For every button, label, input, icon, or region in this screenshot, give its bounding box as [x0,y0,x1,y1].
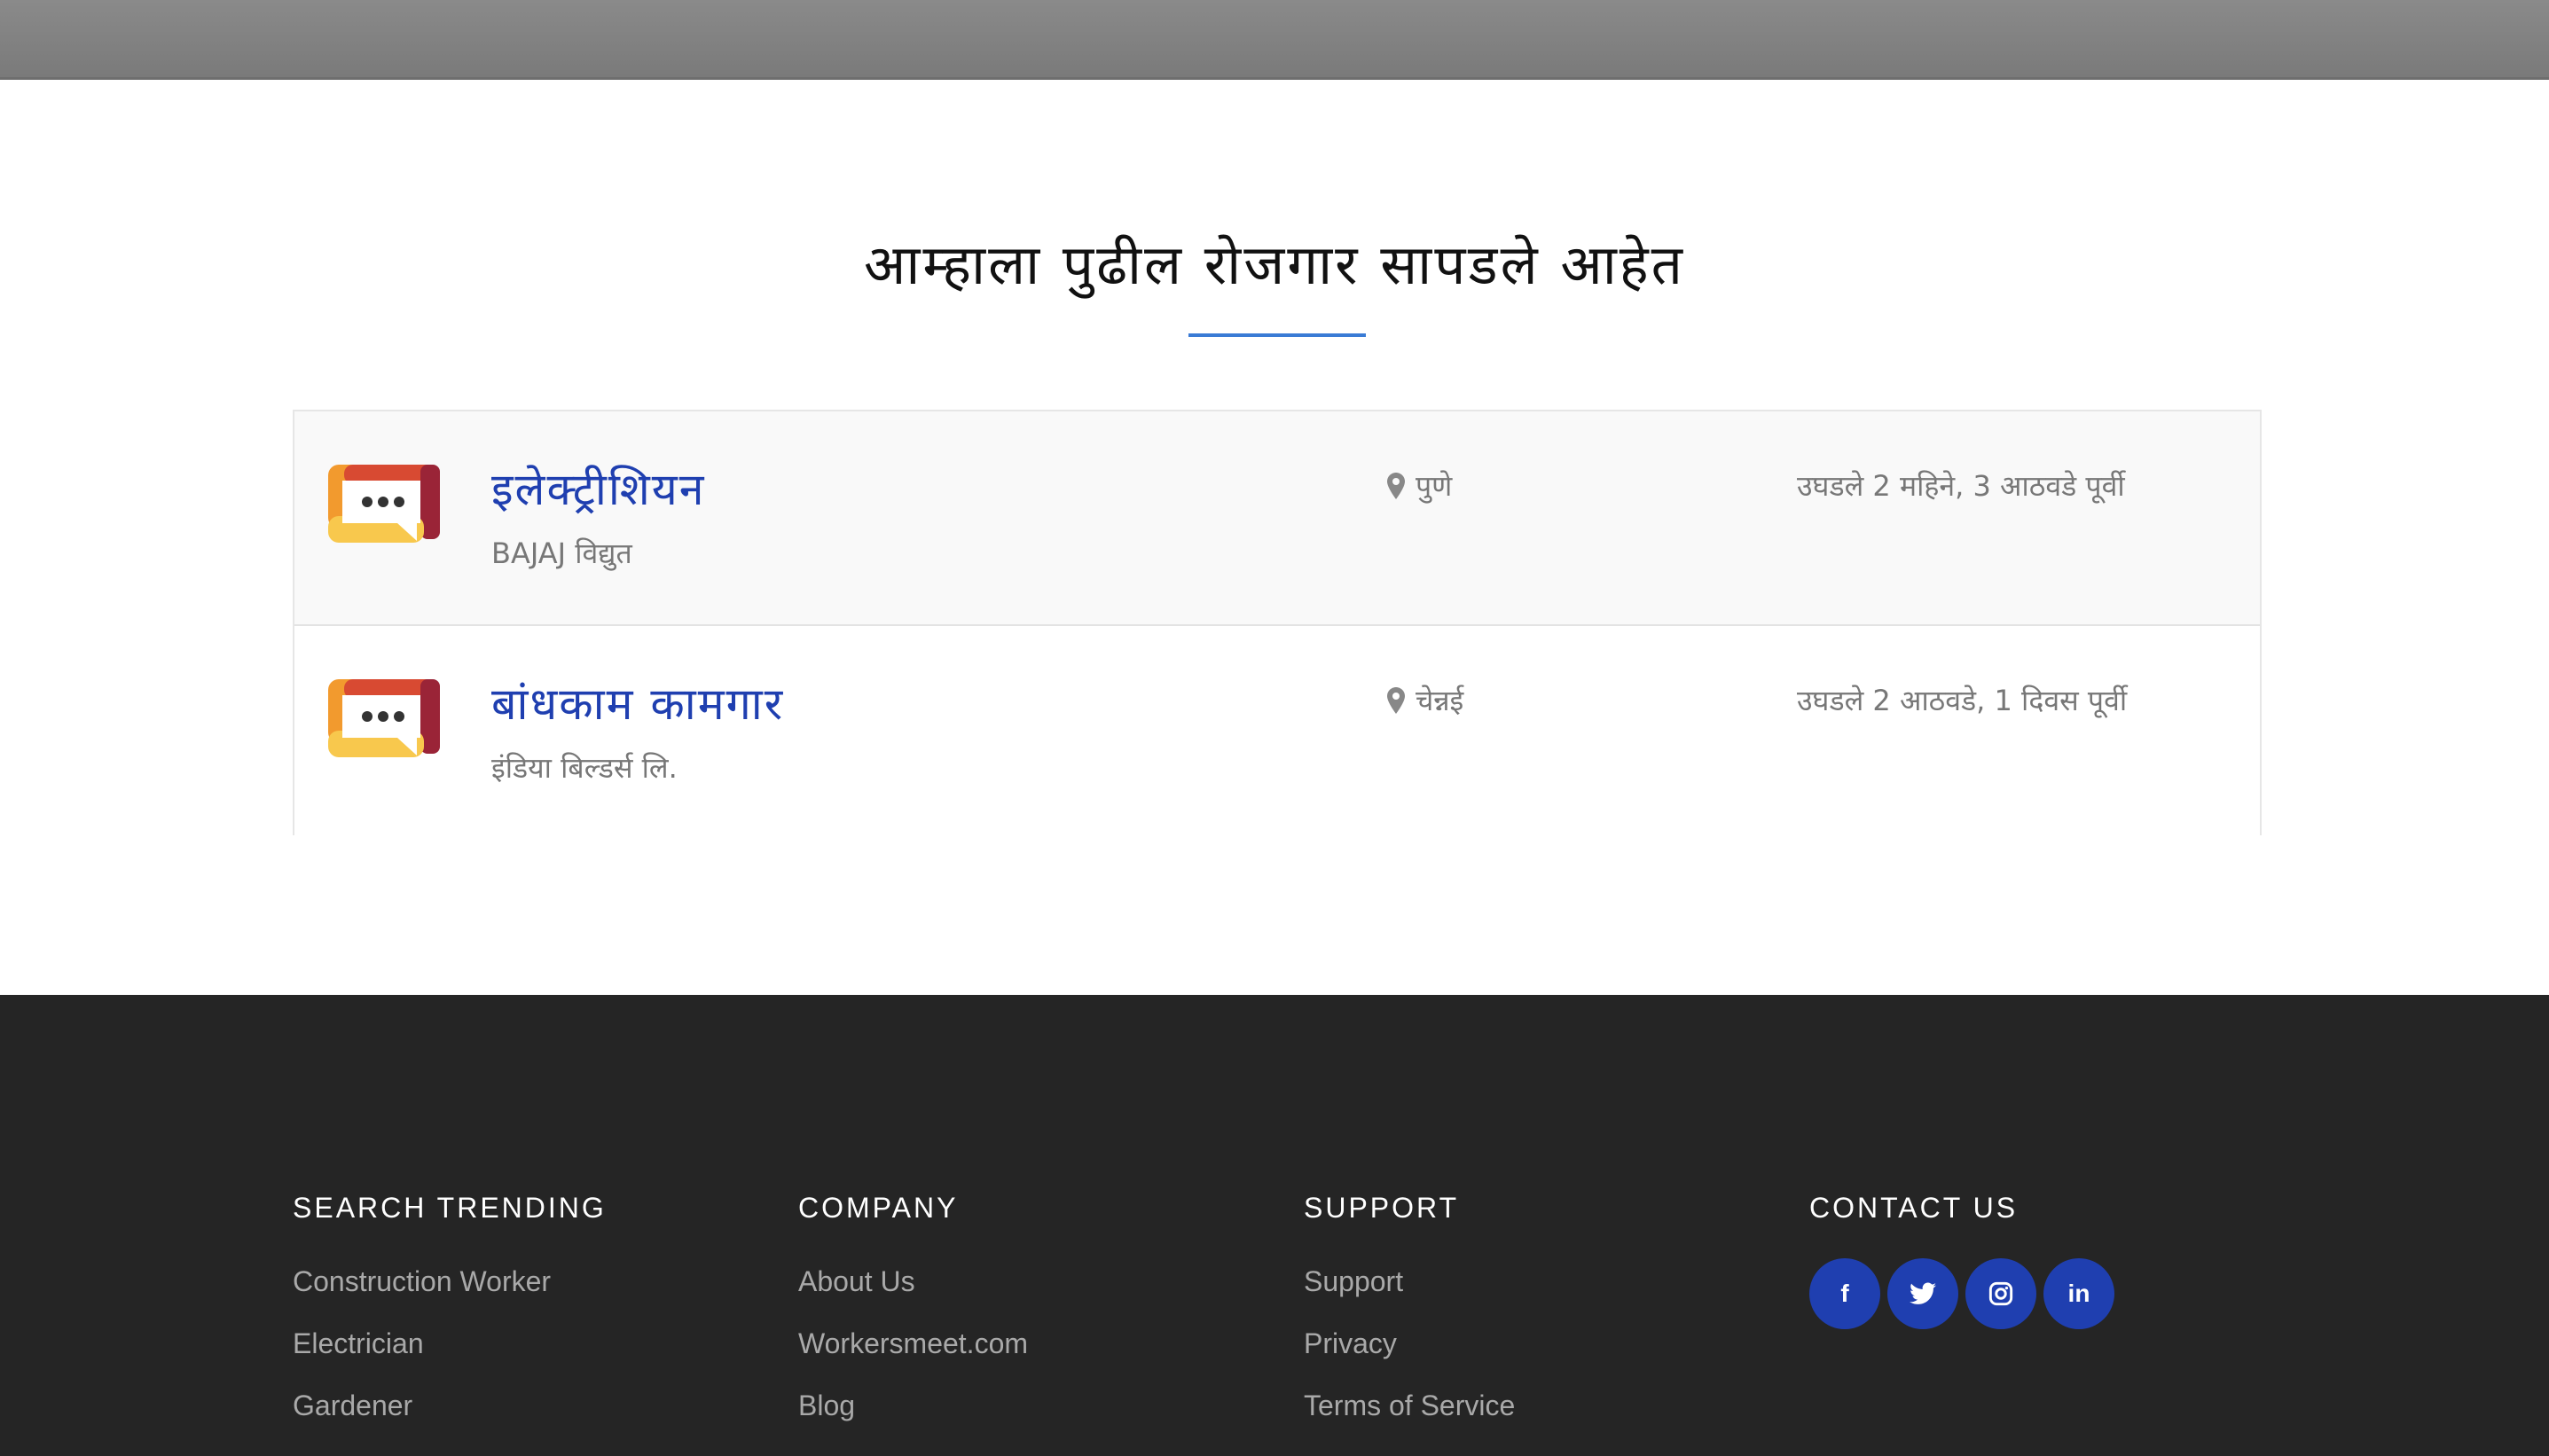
footer: SEARCH TRENDING Construction Worker Elec… [0,995,2549,1456]
footer-link-blog[interactable]: Blog [798,1388,1028,1423]
location-text: पुणे [1416,469,1453,503]
footer-link-gardener[interactable]: Gardener [293,1388,607,1423]
footer-col-search-trending: SEARCH TRENDING Construction Worker Elec… [293,1192,607,1450]
footer-link-about-us[interactable]: About Us [798,1264,1028,1299]
linkedin-button[interactable]: in [2043,1258,2114,1329]
job-title-link[interactable]: बांधकाम कामगार [491,672,784,732]
twitter-button[interactable] [1887,1258,1958,1329]
instagram-button[interactable] [1965,1258,2036,1329]
job-row[interactable]: इलेक्ट्रीशियन BAJAJ विद्युत पुणे उघडले 2… [294,411,2260,624]
facebook-icon: f [1840,1280,1849,1307]
footer-link-privacy[interactable]: Privacy [1304,1326,1515,1361]
footer-link-support[interactable]: Support [1304,1264,1515,1299]
map-pin-icon [1387,686,1405,714]
map-pin-icon [1387,472,1405,499]
footer-col-company: COMPANY About Us Workersmeet.com Blog [798,1192,1028,1450]
footer-link-construction-worker[interactable]: Construction Worker [293,1264,607,1299]
social-links: f in [1809,1258,2114,1329]
job-location: चेन्नई [1387,681,1463,719]
job-title-link[interactable]: इलेक्ट्रीशियन [491,458,706,518]
section-title: आम्हाला पुढील रोजगार सापडले आहेत [864,232,1685,297]
footer-col-contact: CONTACT US f in [1809,1192,2114,1329]
top-bar [0,0,2549,80]
footer-heading: SUPPORT [1304,1192,1460,1224]
footer-heading: COMPANY [798,1192,959,1224]
linkedin-icon: in [2067,1280,2090,1307]
company-name: BAJAJ विद्युत [491,536,632,570]
posted-time: उघडले 2 महिने, 3 आठवडे पूर्वी [1797,469,2125,503]
chat-bubble-icon [328,679,440,757]
instagram-icon [1988,1281,2013,1306]
posted-time: उघडले 2 आठवडे, 1 दिवस पूर्वी [1797,684,2128,717]
job-row[interactable]: बांधकाम कामगार इंडिया बिल्डर्स लि. चेन्न… [294,624,2260,835]
footer-heading: SEARCH TRENDING [293,1192,607,1224]
footer-heading: CONTACT US [1809,1192,2019,1224]
job-list: इलेक्ट्रीशियन BAJAJ विद्युत पुणे उघडले 2… [293,410,2262,835]
company-name: इंडिया बिल्डर्स लि. [491,751,678,785]
chat-bubble-icon [328,465,440,543]
location-text: चेन्नई [1416,684,1464,717]
twitter-icon [1910,1282,1936,1304]
footer-link-terms[interactable]: Terms of Service [1304,1388,1515,1423]
footer-col-support: SUPPORT Support Privacy Terms of Service [1304,1192,1515,1450]
title-underline [1188,333,1366,337]
footer-link-workersmeet[interactable]: Workersmeet.com [798,1326,1028,1361]
footer-link-electrician[interactable]: Electrician [293,1326,607,1361]
job-location: पुणे [1387,466,1452,505]
facebook-button[interactable]: f [1809,1258,1880,1329]
